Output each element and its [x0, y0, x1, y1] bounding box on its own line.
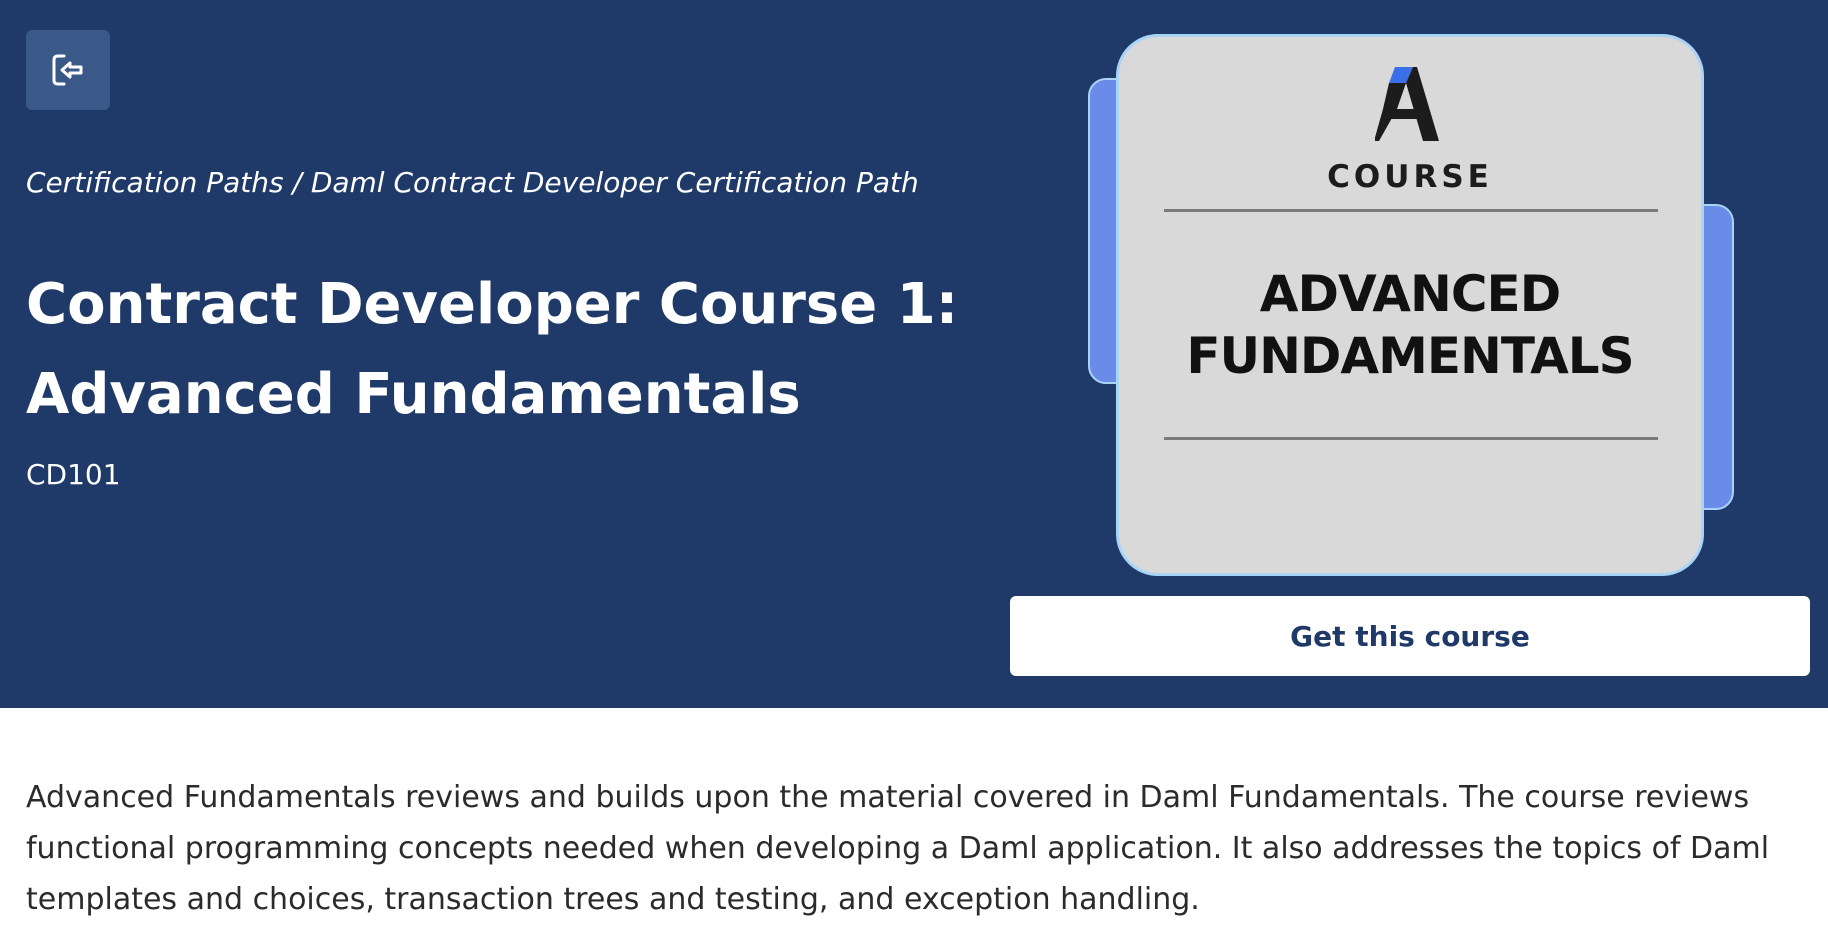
- course-card: COURSE ADVANCED FUNDAMENTALS: [1116, 34, 1704, 576]
- page-title-line-1: Contract Developer Course 1:: [26, 272, 959, 337]
- breadcrumb[interactable]: Certification Paths / Daml Contract Deve…: [26, 166, 919, 199]
- page-title-line-2: Advanced Fundamentals: [26, 362, 801, 427]
- course-code: CD101: [26, 458, 121, 491]
- course-description: Advanced Fundamentals reviews and builds…: [26, 780, 1770, 917]
- get-course-button[interactable]: Get this course: [1010, 596, 1810, 676]
- card-divider-top: [1164, 209, 1658, 212]
- card-heading-line-1: ADVANCED: [1259, 265, 1561, 323]
- card-heading-line-2: FUNDAMENTALS: [1186, 327, 1634, 385]
- card-divider-bottom: [1164, 437, 1658, 440]
- course-hero: Certification Paths / Daml Contract Deve…: [0, 0, 1828, 708]
- card-heading: ADVANCED FUNDAMENTALS: [1119, 263, 1701, 387]
- exit-icon: [52, 54, 83, 86]
- course-card-image: COURSE ADVANCED FUNDAMENTALS: [1088, 34, 1734, 576]
- page-title: Contract Developer Course 1: Advanced Fu…: [26, 260, 959, 440]
- card-label: COURSE: [1327, 159, 1493, 195]
- exit-button[interactable]: [26, 30, 110, 110]
- a-logo-icon: [1375, 67, 1439, 141]
